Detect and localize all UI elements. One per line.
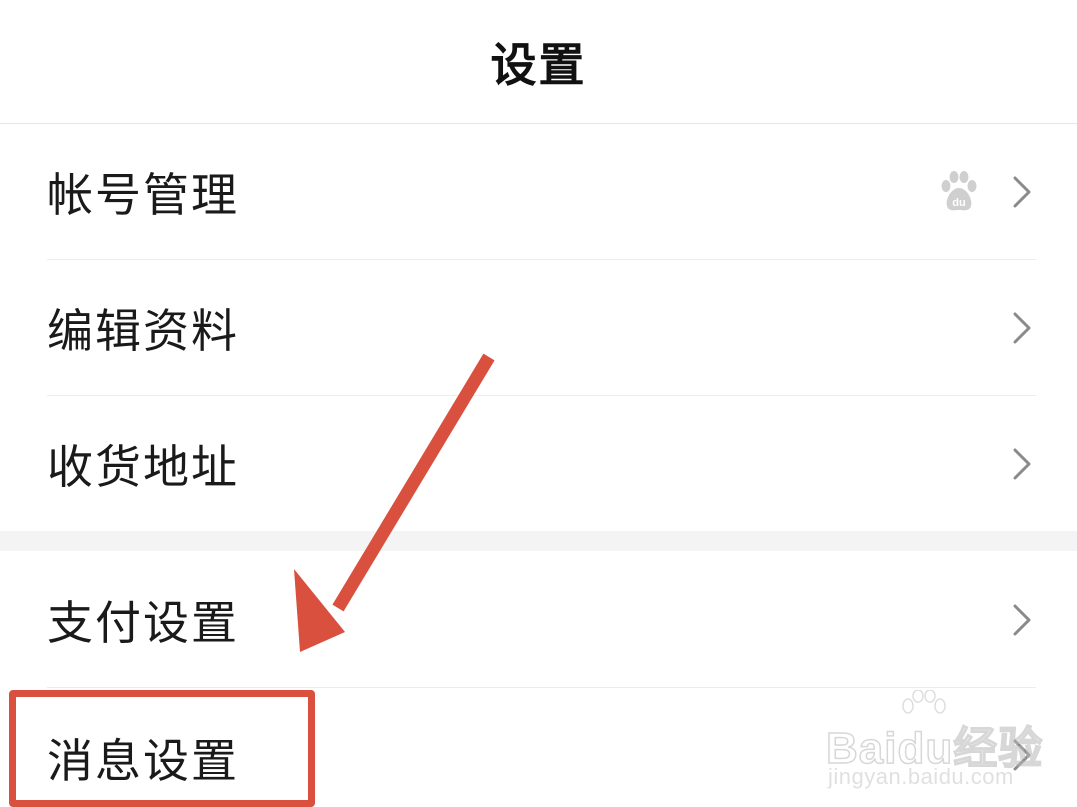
page-header: 设置 (0, 0, 1077, 124)
settings-item-label: 编辑资料 (47, 303, 239, 358)
settings-item-label: 消息设置 (47, 734, 239, 788)
settings-item-notifications[interactable]: 消息设置 (0, 688, 1077, 807)
chevron-right-icon (1013, 312, 1031, 343)
settings-item-label: 收货地址 (47, 439, 239, 494)
chevron-right-icon (1013, 739, 1031, 771)
settings-item-edit-profile[interactable]: 编辑资料 (0, 260, 1077, 395)
settings-item-label: 帐号管理 (47, 167, 239, 222)
settings-item-label: 支付设置 (47, 595, 239, 650)
chevron-right-icon (1013, 448, 1031, 479)
settings-item-payment[interactable]: 支付设置 (0, 552, 1077, 687)
settings-item-shipping-address[interactable]: 收货地址 (0, 396, 1077, 531)
baidu-paw-icon: du (941, 170, 977, 210)
section-separator (0, 531, 1077, 551)
svg-text:du: du (952, 197, 965, 209)
chevron-right-icon (1013, 176, 1031, 207)
settings-item-account[interactable]: 帐号管理 du (0, 124, 1077, 259)
chevron-right-icon (1013, 604, 1031, 635)
page-title: 设置 (490, 37, 587, 92)
